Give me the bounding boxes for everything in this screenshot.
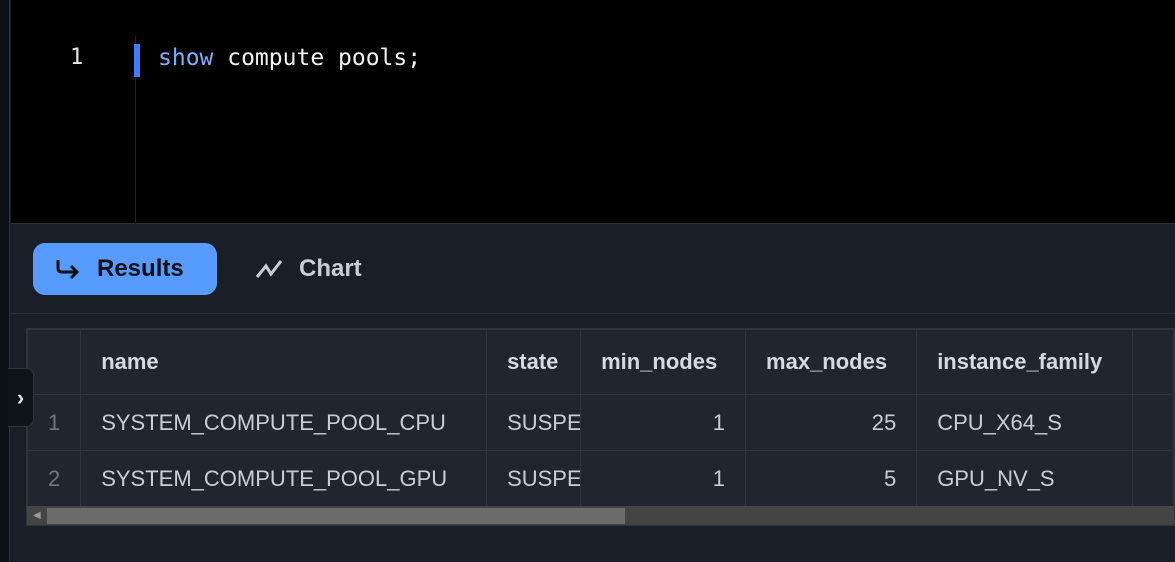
- line-chart-icon: [255, 260, 283, 278]
- cell-min-nodes[interactable]: 1: [580, 450, 747, 507]
- code-keyword: show: [158, 45, 214, 71]
- sql-editor[interactable]: 1 show compute pools;: [11, 0, 1175, 224]
- column-header-name[interactable]: name: [80, 329, 488, 395]
- horizontal-scrollbar[interactable]: ◀: [27, 506, 1174, 525]
- sidebar-toggle-button[interactable]: ›: [8, 368, 34, 427]
- column-header-state[interactable]: state: [486, 329, 582, 395]
- row-number: 2: [27, 450, 82, 507]
- code-line[interactable]: show compute pools;: [158, 45, 421, 71]
- chevron-right-icon: ›: [16, 384, 25, 410]
- scroll-left-icon[interactable]: ◀: [33, 510, 41, 521]
- column-header-instance-family[interactable]: instance_family: [916, 329, 1133, 395]
- row-number: 1: [27, 394, 82, 451]
- column-header-max-nodes[interactable]: max_nodes: [745, 329, 918, 395]
- cell-instance-family[interactable]: GPU_NV_S: [916, 450, 1133, 507]
- cell-state[interactable]: SUSPE: [486, 450, 582, 507]
- scrollbar-thumb[interactable]: [47, 508, 625, 524]
- cell-more: [1131, 450, 1174, 507]
- result-tabs: Results Chart: [11, 225, 1175, 314]
- cell-state[interactable]: SUSPE: [486, 394, 582, 451]
- tab-results[interactable]: Results: [33, 243, 217, 295]
- line-number: 1: [70, 45, 84, 70]
- active-line-marker: [134, 44, 140, 77]
- column-header-min-nodes[interactable]: min_nodes: [580, 329, 747, 395]
- return-arrow-icon: [56, 260, 80, 280]
- header-row: name state min_nodes max_nodes instance_…: [27, 329, 1174, 395]
- cell-name[interactable]: SYSTEM_COMPUTE_POOL_CPU: [80, 394, 488, 451]
- tab-results-label: Results: [97, 255, 184, 282]
- results-grid: name state min_nodes max_nodes instance_…: [26, 328, 1175, 526]
- table-row[interactable]: 2 SYSTEM_COMPUTE_POOL_GPU SUSPE 1 5 GPU_…: [27, 450, 1174, 507]
- cell-more: [1131, 394, 1174, 451]
- rownum-header: [27, 329, 82, 395]
- cell-min-nodes[interactable]: 1: [580, 394, 747, 451]
- cell-max-nodes[interactable]: 25: [745, 394, 918, 451]
- table-row[interactable]: 1 SYSTEM_COMPUTE_POOL_CPU SUSPE 1 25 CPU…: [27, 394, 1174, 451]
- cell-name[interactable]: SYSTEM_COMPUTE_POOL_GPU: [80, 450, 488, 507]
- cell-instance-family[interactable]: CPU_X64_S: [916, 394, 1133, 451]
- column-header-more: [1131, 329, 1174, 395]
- tab-chart-label: Chart: [299, 255, 362, 282]
- cell-max-nodes[interactable]: 5: [745, 450, 918, 507]
- code-text: compute pools;: [213, 45, 422, 71]
- left-rail: [0, 0, 10, 562]
- tab-chart[interactable]: Chart: [233, 243, 384, 295]
